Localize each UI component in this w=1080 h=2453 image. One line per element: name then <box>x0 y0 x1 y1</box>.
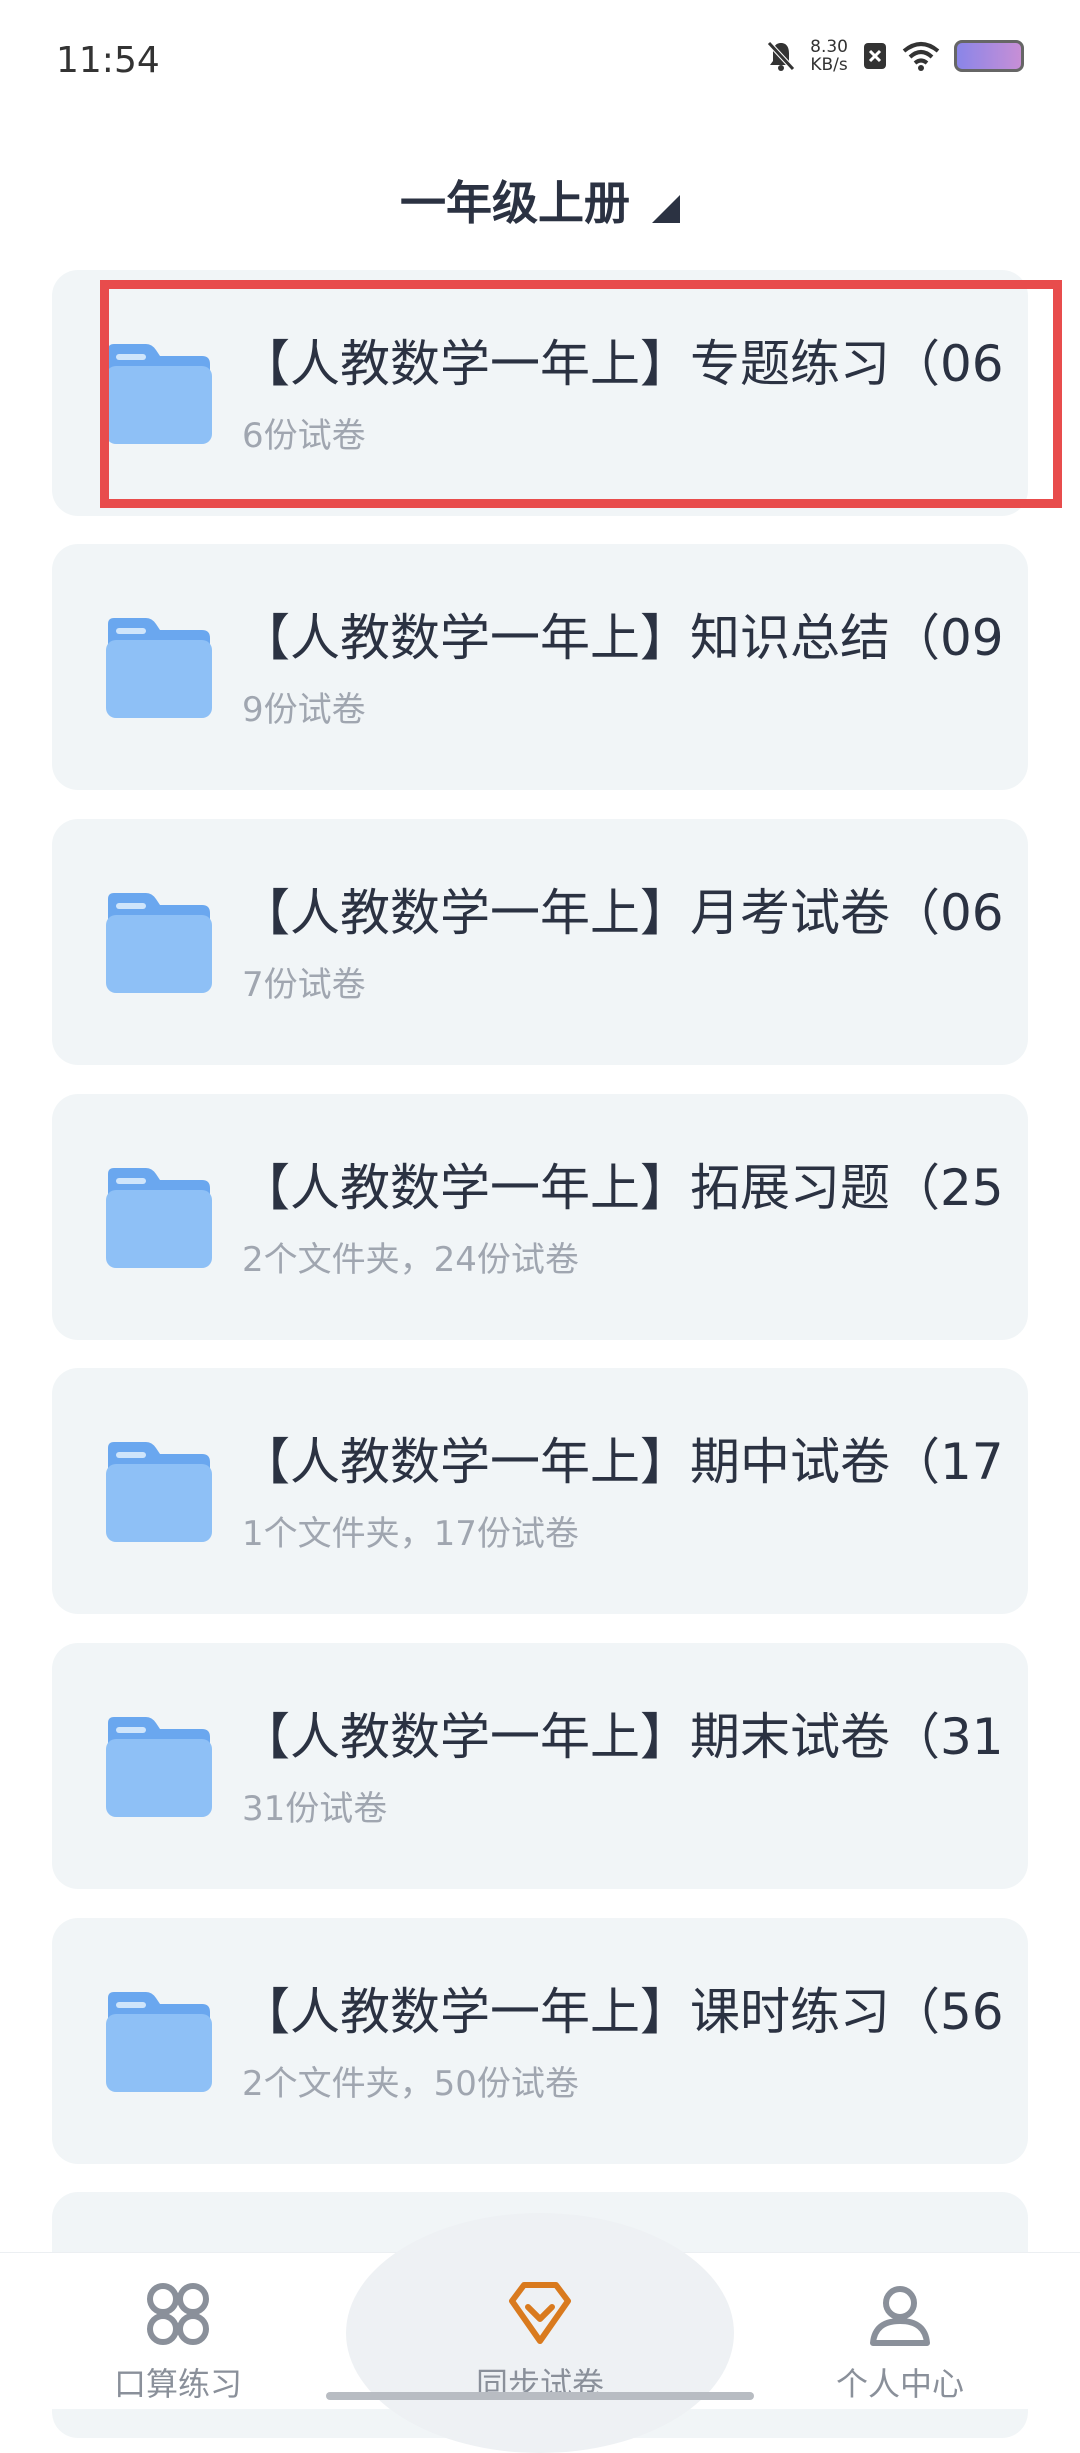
folder-count: 2个文件夹，24份试卷 <box>242 1240 579 1280</box>
folder-title: 【人教数学一年上】期中试卷（17 <box>240 1433 1004 1491</box>
folder-icon <box>106 344 212 444</box>
folder-count: 2个文件夹，50份试卷 <box>242 2064 579 2104</box>
folder-title: 【人教数学一年上】期末试卷（31 <box>240 1708 1004 1766</box>
folder-item[interactable]: 【人教数学一年上】期末试卷（31 31份试卷 <box>52 1643 1028 1889</box>
tab-sync-papers[interactable]: 同步试卷 <box>410 2279 670 2405</box>
battery-icon <box>954 40 1024 72</box>
folder-item[interactable]: 【人教数学一年上】专题练习（06 6份试卷 <box>52 270 1028 516</box>
status-bar: 11:54 8.30 KB/s <box>0 0 1080 130</box>
wifi-icon <box>902 42 940 71</box>
home-indicator[interactable] <box>326 2392 754 2400</box>
folder-title: 【人教数学一年上】专题练习（06 <box>240 335 1004 393</box>
folder-item[interactable]: 【人教数学一年上】知识总结（09 9份试卷 <box>52 544 1028 790</box>
bell-muted-icon <box>767 41 795 71</box>
folder-count: 31份试卷 <box>242 1789 388 1829</box>
folder-title: 【人教数学一年上】课时练习（56 <box>240 1983 1004 2041</box>
folder-title: 【人教数学一年上】知识总结（09 <box>240 609 1004 667</box>
apps-icon <box>147 2283 209 2345</box>
bottom-nav: 口算练习 同步试卷 个人中心 <box>0 2213 1080 2453</box>
tab-oral-arithmetic[interactable]: 口算练习 <box>48 2279 308 2405</box>
diamond-check-icon <box>509 2282 571 2344</box>
tab-label: 口算练习 <box>113 2365 242 2403</box>
tab-label: 个人中心 <box>835 2365 964 2403</box>
folder-icon <box>106 618 212 718</box>
folder-count: 7份试卷 <box>242 965 366 1005</box>
folder-item[interactable]: 【人教数学一年上】月考试卷（06 7份试卷 <box>52 819 1028 1065</box>
folder-icon <box>106 1442 212 1542</box>
folder-icon <box>106 1168 212 1268</box>
grade-selector[interactable]: 一年级上册 <box>0 160 1080 240</box>
caret-down-icon <box>652 195 680 223</box>
network-speed: 8.30 KB/s <box>810 37 848 75</box>
folder-title: 【人教数学一年上】月考试卷（06 <box>240 884 1004 942</box>
folder-item[interactable]: 【人教数学一年上】拓展习题（25 2个文件夹，24份试卷 <box>52 1094 1028 1340</box>
folder-icon <box>106 893 212 993</box>
folder-count: 1个文件夹，17份试卷 <box>242 1514 579 1554</box>
folder-count: 6份试卷 <box>242 416 366 456</box>
clock: 11:54 <box>56 40 160 81</box>
person-icon <box>870 2286 930 2346</box>
folder-icon <box>106 1992 212 2092</box>
sim-off-icon <box>864 43 886 69</box>
folder-item[interactable]: 【人教数学一年上】课时练习（56 2个文件夹，50份试卷 <box>52 1918 1028 2164</box>
folder-title: 【人教数学一年上】拓展习题（25 <box>240 1159 1004 1217</box>
folder-item[interactable]: 【人教数学一年上】期中试卷（17 1个文件夹，17份试卷 <box>52 1368 1028 1614</box>
tab-profile[interactable]: 个人中心 <box>770 2279 1030 2405</box>
page-title: 一年级上册 <box>400 176 630 230</box>
folder-count: 9份试卷 <box>242 690 366 730</box>
status-icons: 8.30 KB/s <box>766 38 1024 74</box>
folder-icon <box>106 1717 212 1817</box>
